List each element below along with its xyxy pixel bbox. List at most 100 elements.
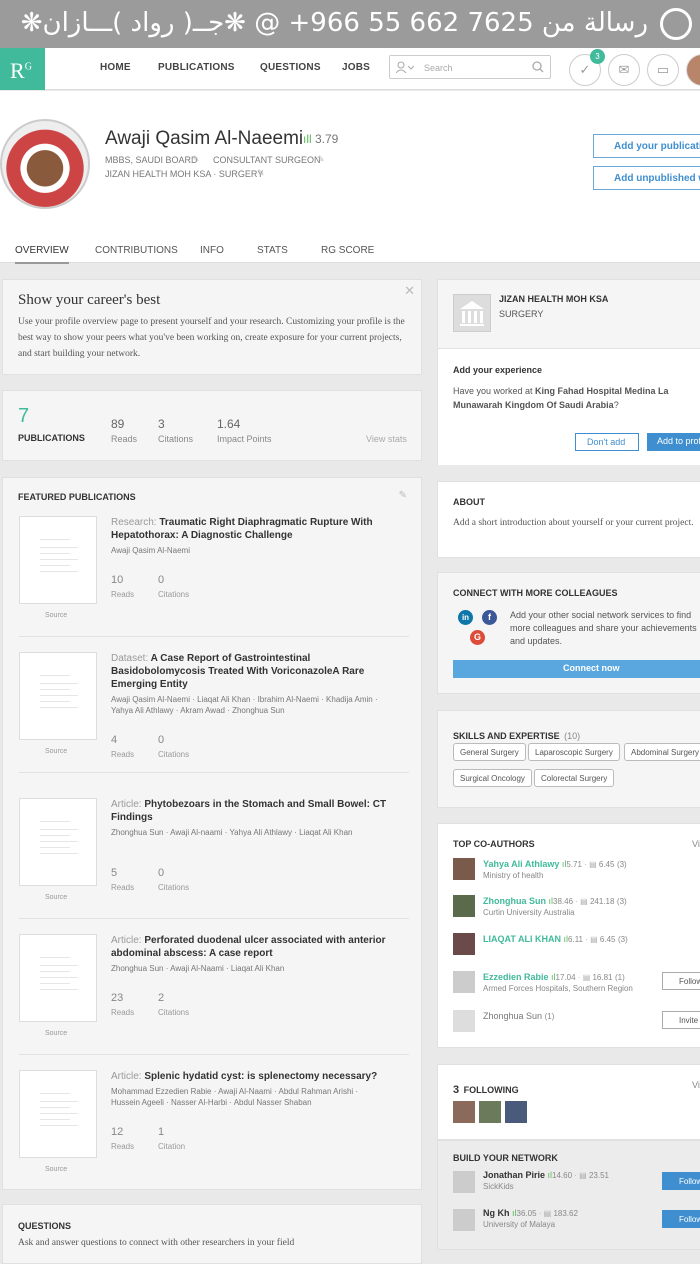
publications-count[interactable]: 7 <box>18 405 29 428</box>
coauthors-view-all[interactable]: View all <box>692 839 700 849</box>
publication-thumbnail[interactable] <box>19 652 97 740</box>
coauthor-name[interactable]: Zhonghua Sun ıl38.46 · ▤ 241.18 (3) <box>483 896 627 906</box>
banner-text: رسالة من 7625 662 55 966+ @ ❋جــ( رواد )… <box>20 8 648 38</box>
follow-button[interactable]: Follow <box>662 1172 700 1190</box>
publication-citations: 0 <box>158 734 165 746</box>
reads-label: Reads <box>111 883 135 892</box>
skill-pill[interactable]: Laparoscopic Surgery <box>528 743 620 761</box>
edit-icon[interactable]: ✎ <box>399 490 407 501</box>
publication-item[interactable]: Source Dataset: A Case Report of Gastroin… <box>3 644 423 780</box>
career-card: Show your career's best Use your profile… <box>2 279 422 375</box>
edit-icon[interactable]: ✎ <box>257 168 265 179</box>
following-view-all[interactable]: View all <box>692 1080 700 1090</box>
nav-publications[interactable]: PUBLICATIONS <box>158 62 235 73</box>
coauthor-name[interactable]: Ezzedien Rabie ıl17.04 · ▤ 16.81 (1) <box>483 972 625 982</box>
nav-questions[interactable]: QUESTIONS <box>260 62 321 73</box>
skill-pill[interactable]: Abdominal Surgery <box>624 743 700 761</box>
coauthor-avatar[interactable] <box>453 933 475 955</box>
edit-icon[interactable]: ✎ <box>317 154 325 165</box>
following-avatar[interactable] <box>453 1101 475 1123</box>
source-label: Source <box>45 748 68 755</box>
divider <box>19 918 409 919</box>
coauthor-name[interactable]: Zhonghua Sun (1) <box>483 1011 554 1021</box>
nav-jobs[interactable]: JOBS <box>342 62 370 73</box>
career-title: Show your career's best <box>18 292 161 308</box>
publication-authors[interactable]: Zhonghua Sun · Awaji Al-Naami · Liaqat A… <box>111 963 381 974</box>
view-stats-link[interactable]: View stats <box>366 434 407 444</box>
publication-thumbnail[interactable] <box>19 798 97 886</box>
search-icon[interactable] <box>532 61 544 73</box>
skill-pill[interactable]: Surgical Oncology <box>453 769 532 787</box>
tab-rg-score[interactable]: RG SCORE <box>321 245 374 256</box>
network-name[interactable]: Ng Kh ıl36.05 · ▤ 183.62 <box>483 1208 578 1218</box>
tab-stats[interactable]: STATS <box>257 245 288 256</box>
publication-title[interactable]: Article: Perforated duodenal ulcer assoc… <box>111 934 401 960</box>
citations-label: Citations <box>158 750 190 759</box>
nav-home[interactable]: HOME <box>100 62 131 73</box>
close-icon[interactable]: ✕ <box>404 283 415 299</box>
tab-info[interactable]: INFO <box>200 245 224 256</box>
career-body: Use your profile overview page to presen… <box>18 317 405 359</box>
publication-authors[interactable]: Awaji Qasim Al-Naemi · Liaqat Ali Khan ·… <box>111 694 381 716</box>
publication-authors[interactable]: Mohammad Ezzedien Rabie · Awaji Al-Naami… <box>111 1086 381 1108</box>
coauthor-avatar[interactable] <box>453 1010 475 1032</box>
edit-icon[interactable]: ✎ <box>192 154 200 165</box>
publication-title[interactable]: Research: Traumatic Right Diaphragmatic … <box>111 516 401 542</box>
requests-icon[interactable]: ▭ <box>647 54 679 86</box>
network-affiliation: SickKids <box>483 1182 514 1191</box>
coauthor-avatar[interactable] <box>453 971 475 993</box>
facebook-icon[interactable]: f <box>482 610 497 625</box>
tab-overview[interactable]: OVERVIEW <box>15 245 69 264</box>
publication-item[interactable]: Source Article: Phytobezoars in the Stoma… <box>3 790 423 926</box>
invite-button[interactable]: Invite <box>662 1011 700 1029</box>
publication-item[interactable]: Source Article: Splenic hydatid cyst: is … <box>3 1062 423 1198</box>
publication-thumbnail[interactable] <box>19 934 97 1022</box>
publication-title[interactable]: Article: Splenic hydatid cyst: is splene… <box>111 1070 401 1083</box>
user-avatar[interactable] <box>686 54 700 86</box>
publication-reads: 4 <box>111 734 118 746</box>
network-avatar[interactable] <box>453 1171 475 1193</box>
profile-header: Awaji Qasim Al-Naeemi ıll 3.79 MBBS, SAU… <box>0 91 700 264</box>
add-to-profile-button[interactable]: Add to profile <box>647 433 700 451</box>
publication-item[interactable]: Source Article: Perforated duodenal ulcer… <box>3 926 423 1062</box>
add-unpublished-button[interactable]: Add unpublished work <box>593 166 700 190</box>
follow-button[interactable]: Follow <box>662 1210 700 1228</box>
questions-heading: QUESTIONS <box>18 1221 72 1231</box>
search-input[interactable]: Search <box>389 55 551 79</box>
follow-button[interactable]: Follow <box>662 972 700 990</box>
publication-title[interactable]: Dataset: A Case Report of Gastrointestin… <box>111 652 401 691</box>
google-icon[interactable]: G <box>470 630 485 645</box>
connect-now-button[interactable]: Connect now <box>453 660 700 678</box>
profile-name: Awaji Qasim Al-Naeemi <box>105 128 304 149</box>
publication-thumbnail[interactable] <box>19 1070 97 1158</box>
linkedin-icon[interactable]: in <box>458 610 473 625</box>
network-name[interactable]: Jonathan Pirie ıl14.60 · ▤ 23.51 <box>483 1170 609 1180</box>
institution-dept: SURGERY <box>499 309 544 319</box>
messages-icon[interactable]: ✉ <box>608 54 640 86</box>
skill-pill[interactable]: Colorectal Surgery <box>534 769 615 787</box>
tab-contributions[interactable]: CONTRIBUTIONS <box>95 245 178 256</box>
skill-pill[interactable]: General Surgery <box>453 743 526 761</box>
coauthor-avatar[interactable] <box>453 858 475 880</box>
profile-degree: MBBS, SAUDI BOARD <box>105 155 198 165</box>
profile-photo[interactable] <box>0 119 90 209</box>
researchgate-logo[interactable]: RG <box>0 48 45 90</box>
coauthor-avatar[interactable] <box>453 895 475 917</box>
publication-thumbnail[interactable] <box>19 516 97 604</box>
publication-authors[interactable]: Zhonghua Sun · Awaji Al-naami · Yahya Al… <box>111 827 381 838</box>
rg-score[interactable]: ıll 3.79 <box>303 132 338 146</box>
publication-item[interactable]: Source Research: Traumatic Right Diaphrag… <box>3 508 423 644</box>
publication-title[interactable]: Article: Phytobezoars in the Stomach and… <box>111 798 401 824</box>
about-card: ABOUT Add a short introduction about you… <box>437 481 700 558</box>
network-avatar[interactable] <box>453 1209 475 1231</box>
publication-citations: 1 <box>158 1126 165 1138</box>
institution-name[interactable]: JIZAN HEALTH MOH KSA <box>499 294 608 304</box>
dont-add-button[interactable]: Don't add <box>575 433 639 451</box>
following-avatar[interactable] <box>479 1101 501 1123</box>
notification-banner[interactable]: رسالة من 7625 662 55 966+ @ ❋جــ( رواد )… <box>0 0 700 48</box>
coauthor-name[interactable]: LIAQAT ALI KHAN ıl6.11 · ▤ 6.45 (3) <box>483 934 628 944</box>
coauthor-name[interactable]: Yahya Ali Athlawy ıl5.71 · ▤ 6.45 (3) <box>483 859 627 869</box>
following-avatar[interactable] <box>505 1101 527 1123</box>
publication-authors[interactable]: Awaji Qasim Al-Naemi <box>111 545 381 556</box>
add-publications-button[interactable]: Add your publications <box>593 134 700 158</box>
